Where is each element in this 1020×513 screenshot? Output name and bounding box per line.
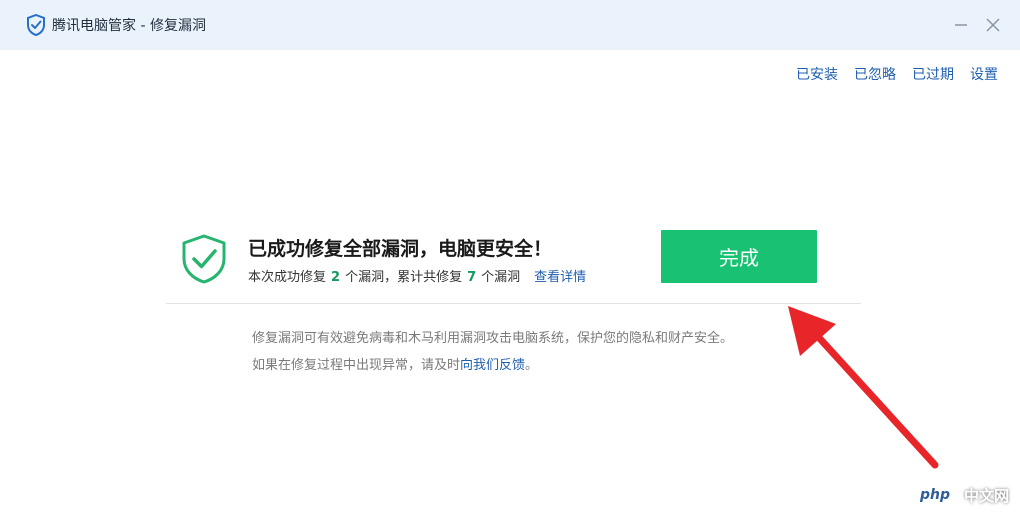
info-line-2-prefix: 如果在修复过程中出现异常，请及时 [252,358,461,373]
summary-mid: 个漏洞，累计共修复 [345,270,463,285]
fixed-count: 2 [331,270,341,285]
installed-link[interactable]: 已安装 [796,64,838,84]
summary-suffix: 个漏洞 [481,270,521,285]
settings-link[interactable]: 设置 [970,64,998,84]
summary-prefix: 本次成功修复 [248,270,327,285]
info-line-2-suffix: 。 [525,358,539,373]
minimize-button[interactable] [948,12,974,38]
shield-check-icon [180,233,228,285]
view-details-link[interactable]: 查看详情 [534,270,586,285]
top-links: 已安装 已忽略 已过期 设置 [796,64,998,84]
feedback-link[interactable]: 向我们反馈 [460,358,525,373]
shield-logo-icon [26,13,46,37]
title-bar: 腾讯电脑管家 - 修复漏洞 [0,0,1020,50]
close-icon [986,18,1000,32]
total-count: 7 [467,270,477,285]
info-line-2: 如果在修复过程中出现异常，请及时向我们反馈。 [252,354,538,373]
divider [166,303,861,304]
result-headline: 已成功修复全部漏洞，电脑更安全！ [248,238,553,260]
done-button[interactable]: 完成 [661,230,817,283]
red-arrow-annotation [770,300,960,480]
watermark-logo: php [910,482,960,508]
ignored-link[interactable]: 已忽略 [854,64,896,84]
result-summary: 本次成功修复 2 个漏洞，累计共修复 7 个漏洞 查看详情 [248,266,586,285]
site-watermark: php 中文网 [910,482,1009,508]
info-line-1: 修复漏洞可有效避免病毒和木马利用漏洞攻击电脑系统，保护您的隐私和财产安全。 [252,331,734,346]
window-title: 腾讯电脑管家 - 修复漏洞 [52,18,206,34]
watermark-text: 中文网 [964,486,1010,505]
expired-link[interactable]: 已过期 [912,64,954,84]
close-button[interactable] [980,12,1006,38]
